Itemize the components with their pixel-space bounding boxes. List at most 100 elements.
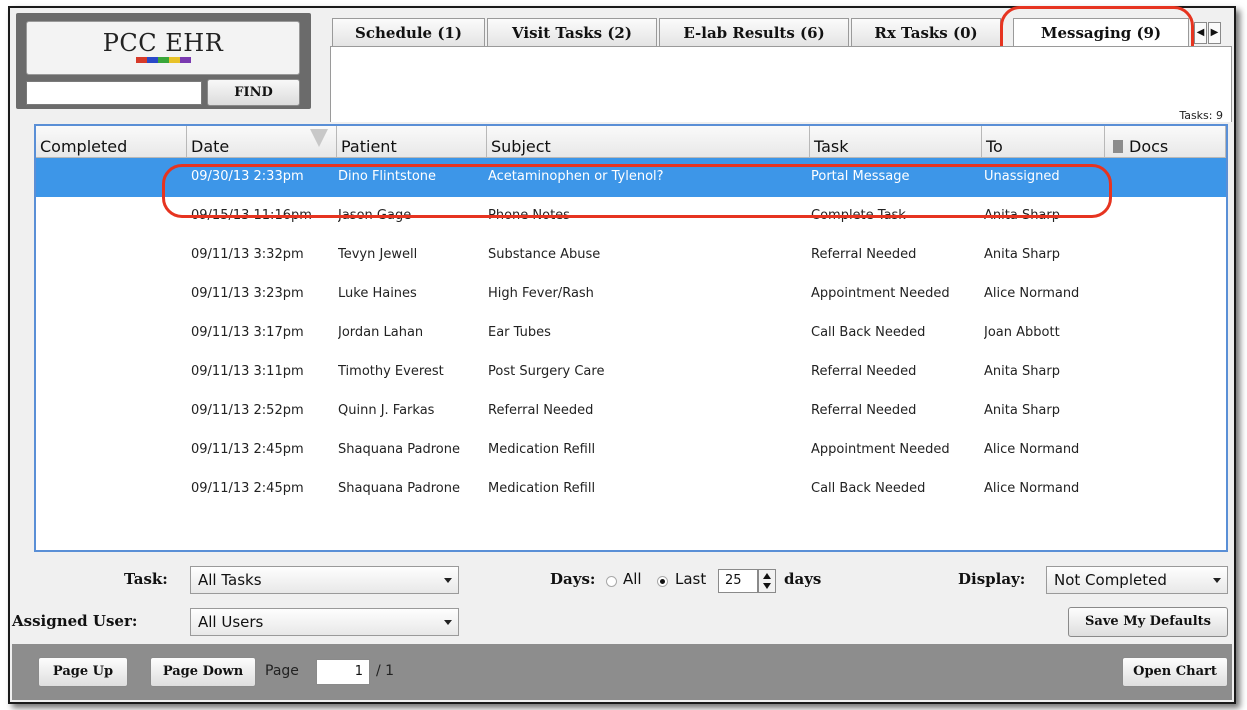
page-label: Page	[265, 663, 299, 679]
cell-task: Referral Needed	[811, 403, 917, 418]
logo: PCC EHR	[26, 21, 300, 75]
cell-patient: Quinn J. Farkas	[338, 403, 435, 418]
cell-date: 09/11/13 3:17pm	[191, 325, 304, 340]
cell-task: Call Back Needed	[811, 325, 926, 340]
page-down-button[interactable]: Page Down	[150, 657, 256, 687]
cell-subject: Medication Refill	[488, 442, 596, 457]
days-suffix: days	[784, 570, 822, 588]
cell-date: 09/11/13 2:52pm	[191, 403, 304, 418]
cell-subject: High Fever/Rash	[488, 286, 594, 301]
messaging-window: PCC EHR FIND Schedule (1) Visit Tasks (2…	[8, 6, 1236, 704]
column-header-docs-label: Docs	[1129, 137, 1169, 156]
cell-patient: Shaquana Padrone	[338, 442, 460, 457]
chevron-down-icon	[444, 620, 452, 625]
sort-descending-icon	[310, 129, 328, 147]
cell-to: Unassigned	[984, 169, 1060, 184]
stepper-down-icon[interactable]	[763, 583, 771, 589]
assigned-user-value: All Users	[198, 613, 264, 631]
tab-bar: Schedule (1) Visit Tasks (2) E-lab Resul…	[332, 18, 1232, 48]
column-header-patient[interactable]: Patient	[337, 126, 487, 158]
tab-scroll-left-icon[interactable]: ◀	[1194, 22, 1207, 44]
table-row[interactable]: 09/15/13 11:16pm Jason Gage Phone Notes Com…	[36, 197, 1226, 236]
logo-find-panel: PCC EHR FIND	[16, 13, 311, 109]
cell-subject: Medication Refill	[488, 481, 596, 496]
cell-to: Anita Sharp	[984, 247, 1060, 262]
cell-subject: Phone Notes	[488, 208, 570, 223]
cell-to: Joan Abbott	[984, 325, 1060, 340]
cell-to: Anita Sharp	[984, 364, 1060, 379]
column-header-subject[interactable]: Subject	[487, 126, 810, 158]
tab-schedule[interactable]: Schedule (1)	[332, 18, 485, 46]
cell-to: Alice Normand	[984, 442, 1080, 457]
cell-task: Portal Message	[811, 169, 910, 184]
stepper-up-icon[interactable]	[763, 573, 771, 579]
days-all-label: All	[623, 570, 642, 588]
column-header-docs[interactable]: Docs	[1105, 126, 1226, 158]
cell-subject: Post Surgery Care	[488, 364, 605, 379]
assigned-user-label: Assigned User:	[12, 612, 138, 630]
logo-bar-yellow	[168, 57, 180, 63]
cell-task: Appointment Needed	[811, 286, 950, 301]
column-header-date[interactable]: Date	[187, 126, 337, 158]
cell-to: Alice Normand	[984, 286, 1080, 301]
page-number-input[interactable]: 1	[316, 659, 370, 685]
cell-patient: Tevyn Jewell	[338, 247, 418, 262]
table-row[interactable]: 09/11/13 2:45pm Shaquana Padrone Medicatio…	[36, 470, 1226, 509]
cell-to: Anita Sharp	[984, 403, 1060, 418]
table-row[interactable]: 09/11/13 2:52pm Quinn J. Farkas Referral N…	[36, 392, 1226, 431]
save-my-defaults-button[interactable]: Save My Defaults	[1068, 607, 1228, 637]
cell-date: 09/11/13 3:11pm	[191, 364, 304, 379]
table-row[interactable]: 09/11/13 3:23pm Luke Haines High Fever/Ras…	[36, 275, 1226, 314]
days-stepper[interactable]	[758, 569, 776, 593]
page-up-button[interactable]: Page Up	[38, 657, 128, 687]
logo-bar-green	[157, 57, 169, 63]
pager-bar: Page Up Page Down Page 1 / 1 Open Chart	[12, 644, 1232, 700]
cell-date: 09/11/13 2:45pm	[191, 481, 304, 496]
logo-color-bars	[27, 57, 299, 63]
table-row[interactable]: 09/30/13 2:33pm Dino Flintstone Acetaminop…	[36, 158, 1226, 197]
cell-subject: Referral Needed	[488, 403, 594, 418]
cell-patient: Luke Haines	[338, 286, 417, 301]
days-last-radio[interactable]	[657, 576, 668, 587]
find-input[interactable]	[26, 81, 202, 105]
task-filter-select[interactable]: All Tasks	[190, 566, 459, 594]
cell-to: Anita Sharp	[984, 208, 1060, 223]
cell-task: Appointment Needed	[811, 442, 950, 457]
task-filter-value: All Tasks	[198, 571, 262, 589]
cell-patient: Dino Flintstone	[338, 169, 437, 184]
cell-patient: Shaquana Padrone	[338, 481, 460, 496]
display-select[interactable]: Not Completed	[1046, 566, 1228, 594]
column-header-to[interactable]: To	[982, 126, 1105, 158]
tab-scroll-right-icon[interactable]: ▶	[1208, 22, 1221, 44]
cell-to: Alice Normand	[984, 481, 1080, 496]
cell-patient: Timothy Everest	[338, 364, 444, 379]
tab-messaging[interactable]: Messaging (9)	[1013, 18, 1189, 48]
open-chart-button[interactable]: Open Chart	[1122, 657, 1228, 687]
cell-patient: Jason Gage	[338, 208, 412, 223]
cell-subject: Substance Abuse	[488, 247, 601, 262]
cell-task: Referral Needed	[811, 364, 917, 379]
table-row[interactable]: 09/11/13 2:45pm Shaquana Padrone Medicatio…	[36, 431, 1226, 470]
tasks-table: Completed Date Patient Subject Task To D…	[34, 124, 1228, 552]
cell-task: Referral Needed	[811, 247, 917, 262]
document-icon	[1113, 140, 1123, 153]
column-header-task[interactable]: Task	[810, 126, 982, 158]
chevron-down-icon	[1213, 578, 1221, 583]
chevron-down-icon	[444, 578, 452, 583]
table-row[interactable]: 09/11/13 3:11pm Timothy Everest Post Surge…	[36, 353, 1226, 392]
display-value: Not Completed	[1054, 571, 1167, 589]
find-button[interactable]: FIND	[207, 79, 300, 106]
tab-rx-tasks[interactable]: Rx Tasks (0)	[851, 18, 1001, 46]
table-row[interactable]: 09/11/13 3:32pm Tevyn Jewell Substance Abu…	[36, 236, 1226, 275]
days-count-input[interactable]: 25	[718, 569, 758, 593]
assigned-user-select[interactable]: All Users	[190, 608, 459, 636]
table-row[interactable]: 09/11/13 3:17pm Jordan Lahan Ear Tubes Call…	[36, 314, 1226, 353]
page-total: / 1	[376, 663, 395, 679]
cell-date: 09/11/13 2:45pm	[191, 442, 304, 457]
days-all-radio[interactable]	[606, 576, 617, 587]
days-label: Days:	[550, 570, 596, 588]
column-header-completed[interactable]: Completed	[36, 126, 187, 158]
tab-visit-tasks[interactable]: Visit Tasks (2)	[487, 18, 657, 46]
tab-elab-results[interactable]: E-lab Results (6)	[659, 18, 849, 46]
cell-patient: Jordan Lahan	[338, 325, 424, 340]
